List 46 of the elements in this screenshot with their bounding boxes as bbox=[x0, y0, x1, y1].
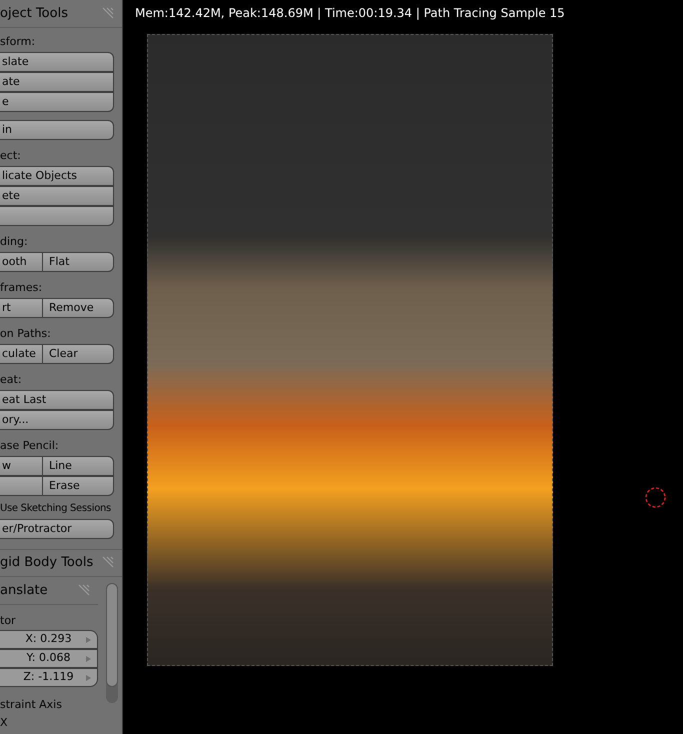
tool-button[interactable]: er/Protractor bbox=[0, 519, 114, 539]
checkbox-label: X bbox=[0, 715, 9, 731]
tool-button[interactable]: culate bbox=[0, 344, 42, 364]
drag-grip-icon[interactable] bbox=[76, 584, 90, 598]
tool-button[interactable]: Clear bbox=[42, 344, 114, 364]
tool-button[interactable]: Flat bbox=[42, 252, 114, 272]
tool-button[interactable]: eat Last bbox=[0, 390, 114, 410]
section-label: sform: bbox=[0, 34, 36, 50]
tool-button[interactable]: e bbox=[0, 92, 114, 112]
tool-button[interactable]: Line bbox=[42, 456, 114, 476]
tool-button[interactable]: Erase bbox=[42, 476, 114, 496]
field-label: straint Axis bbox=[0, 697, 63, 713]
arrow-icon[interactable] bbox=[86, 656, 91, 662]
tool-button[interactable] bbox=[0, 476, 42, 496]
render-status-text: Mem:142.42M, Peak:148.69M | Time:00:19.34 | Path Tracing Sample 15 bbox=[135, 5, 565, 22]
tool-button[interactable]: ooth bbox=[0, 252, 42, 272]
panel-title: gid Body Tools bbox=[0, 554, 94, 572]
number-field[interactable]: Z: -1.119 bbox=[0, 668, 98, 687]
tool-button[interactable]: ate bbox=[0, 72, 114, 92]
panel-title: oject Tools bbox=[0, 4, 68, 23]
panel-title: anslate bbox=[0, 582, 48, 600]
section-label: ding: bbox=[0, 234, 29, 250]
tool-button[interactable]: rt bbox=[0, 298, 42, 318]
checkbox-label: Use Sketching Sessions bbox=[0, 502, 111, 516]
arrow-icon[interactable] bbox=[86, 674, 91, 680]
scrollbar-thumb[interactable] bbox=[106, 583, 118, 687]
arrow-icon[interactable] bbox=[86, 636, 91, 642]
drag-grip-icon[interactable] bbox=[100, 6, 114, 20]
field-label: tor bbox=[0, 613, 17, 629]
tool-button[interactable]: in bbox=[0, 120, 114, 140]
section-label: on Paths: bbox=[0, 326, 52, 342]
cursor-circle-icon bbox=[645, 487, 666, 508]
section-label: eat: bbox=[0, 372, 23, 388]
section-label: ase Pencil: bbox=[0, 438, 60, 454]
number-field[interactable]: Y: 0.068 bbox=[0, 649, 98, 668]
tool-button[interactable]: w bbox=[0, 456, 42, 476]
drag-grip-icon[interactable] bbox=[100, 556, 114, 570]
section-label: frames: bbox=[0, 280, 44, 296]
tool-button[interactable]: Remove bbox=[42, 298, 114, 318]
tool-button[interactable]: ory... bbox=[0, 410, 114, 430]
section-label: ect: bbox=[0, 148, 22, 164]
number-field[interactable]: X: 0.293 bbox=[0, 630, 98, 649]
tool-button[interactable] bbox=[0, 206, 114, 226]
tool-button[interactable]: ete bbox=[0, 186, 114, 206]
tool-button[interactable]: slate bbox=[0, 52, 114, 72]
tool-button[interactable]: licate Objects bbox=[0, 166, 114, 186]
